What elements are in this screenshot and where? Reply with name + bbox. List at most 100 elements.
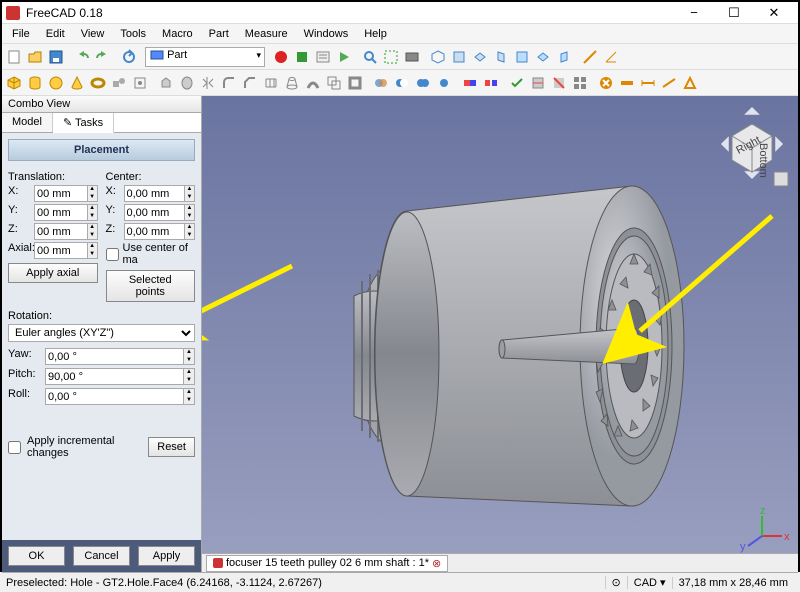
- ok-button[interactable]: OK: [8, 546, 65, 566]
- front-view-icon[interactable]: [449, 47, 469, 67]
- selected-points-button[interactable]: Selected points: [106, 270, 196, 302]
- menu-file[interactable]: File: [4, 26, 38, 42]
- refresh-icon[interactable]: [119, 47, 139, 67]
- revolve-icon[interactable]: [177, 73, 197, 93]
- ruled-icon[interactable]: [261, 73, 281, 93]
- status-nav-mode[interactable]: CAD ▾: [627, 576, 672, 589]
- torus-icon[interactable]: [88, 73, 108, 93]
- measure-all-icon[interactable]: [638, 73, 658, 93]
- offset-icon[interactable]: [324, 73, 344, 93]
- y-input[interactable]: ▲▼: [34, 204, 98, 221]
- undo-icon[interactable]: [72, 47, 92, 67]
- cx-input[interactable]: ▲▼: [124, 185, 196, 202]
- x-input[interactable]: ▲▼: [34, 185, 98, 202]
- menu-help[interactable]: Help: [356, 26, 395, 42]
- open-icon[interactable]: [25, 47, 45, 67]
- sphere-icon[interactable]: [46, 73, 66, 93]
- new-icon[interactable]: [4, 47, 24, 67]
- loft-icon[interactable]: [282, 73, 302, 93]
- cube-icon[interactable]: [4, 73, 24, 93]
- measure-delta-icon[interactable]: [680, 73, 700, 93]
- sweep-icon[interactable]: [303, 73, 323, 93]
- app-icon: [6, 6, 20, 20]
- navigation-cube[interactable]: Right Bottom: [712, 102, 792, 192]
- z-input[interactable]: ▲▼: [34, 223, 98, 240]
- 3d-model-render: x z y: [202, 96, 798, 572]
- rear-view-icon[interactable]: [512, 47, 532, 67]
- boolean-icon[interactable]: [371, 73, 391, 93]
- axial-input[interactable]: ▲▼: [34, 242, 98, 259]
- apply-button[interactable]: Apply: [138, 546, 195, 566]
- tab-tasks[interactable]: ✎ Tasks: [53, 113, 114, 133]
- menu-windows[interactable]: Windows: [296, 26, 357, 42]
- right-view-icon[interactable]: [491, 47, 511, 67]
- menu-measure[interactable]: Measure: [237, 26, 296, 42]
- drawstyle-icon[interactable]: [402, 47, 422, 67]
- union-icon[interactable]: [413, 73, 433, 93]
- fillet-icon[interactable]: [219, 73, 239, 93]
- doc-close-icon[interactable]: ⊗: [432, 557, 441, 570]
- menu-macro[interactable]: Macro: [154, 26, 201, 42]
- cy-input[interactable]: ▲▼: [124, 204, 196, 221]
- rotation-mode-select[interactable]: Euler angles (XY'Z"): [8, 324, 195, 342]
- macro-list-icon[interactable]: [313, 47, 333, 67]
- minimize-button[interactable]: −: [674, 3, 714, 23]
- 3d-view[interactable]: x z y Right: [202, 96, 798, 572]
- builder-icon[interactable]: [130, 73, 150, 93]
- redo-icon[interactable]: [93, 47, 113, 67]
- macro-play-icon[interactable]: [334, 47, 354, 67]
- measure-3d-icon[interactable]: [659, 73, 679, 93]
- macro-stop-icon[interactable]: [292, 47, 312, 67]
- measure-linear-icon[interactable]: [580, 47, 600, 67]
- document-tabbar: focuser 15 teeth pulley 02 6 mm shaft : …: [202, 553, 798, 572]
- yaw-input[interactable]: ▲▼: [45, 348, 195, 365]
- compound-icon[interactable]: [570, 73, 590, 93]
- zoom-fit-icon[interactable]: [360, 47, 380, 67]
- join-icon[interactable]: [460, 73, 480, 93]
- measure-angular-icon[interactable]: [601, 47, 621, 67]
- apply-axial-button[interactable]: Apply axial: [8, 263, 98, 283]
- pitch-input[interactable]: ▲▼: [45, 368, 195, 385]
- cy-label: Y:: [106, 204, 122, 221]
- split-icon[interactable]: [481, 73, 501, 93]
- menu-view[interactable]: View: [73, 26, 113, 42]
- menu-part[interactable]: Part: [201, 26, 237, 42]
- left-view-icon[interactable]: [554, 47, 574, 67]
- chamfer-icon[interactable]: [240, 73, 260, 93]
- close-button[interactable]: ✕: [754, 3, 794, 23]
- cut-icon[interactable]: [392, 73, 412, 93]
- zoom-region-icon[interactable]: [381, 47, 401, 67]
- mirror-icon[interactable]: [198, 73, 218, 93]
- cone-icon[interactable]: [67, 73, 87, 93]
- cancel-button[interactable]: Cancel: [73, 546, 130, 566]
- document-tab[interactable]: focuser 15 teeth pulley 02 6 mm shaft : …: [206, 555, 448, 572]
- z-label: Z:: [8, 223, 32, 240]
- iso-view-icon[interactable]: [428, 47, 448, 67]
- cz-label: Z:: [106, 223, 122, 240]
- save-icon[interactable]: [46, 47, 66, 67]
- reset-button[interactable]: Reset: [148, 437, 195, 457]
- bottom-view-icon[interactable]: [533, 47, 553, 67]
- top-view-icon[interactable]: [470, 47, 490, 67]
- cz-input[interactable]: ▲▼: [124, 223, 196, 240]
- menu-tools[interactable]: Tools: [112, 26, 154, 42]
- check-icon[interactable]: [507, 73, 527, 93]
- measure-toggle-icon[interactable]: [617, 73, 637, 93]
- workbench-selector[interactable]: Part: [145, 47, 265, 67]
- primitives-icon[interactable]: [109, 73, 129, 93]
- apply-incremental-checkbox[interactable]: [8, 441, 21, 454]
- use-center-checkbox[interactable]: [106, 248, 119, 261]
- extrude-icon[interactable]: [156, 73, 176, 93]
- measure-clear-icon[interactable]: [596, 73, 616, 93]
- section-icon[interactable]: [549, 73, 569, 93]
- intersect-icon[interactable]: [434, 73, 454, 93]
- thickness-icon[interactable]: [345, 73, 365, 93]
- status-unknown-icon[interactable]: ⊙: [605, 576, 627, 589]
- macro-record-icon[interactable]: [271, 47, 291, 67]
- maximize-button[interactable]: ☐: [714, 3, 754, 23]
- menu-edit[interactable]: Edit: [38, 26, 73, 42]
- cylinder-icon[interactable]: [25, 73, 45, 93]
- roll-input[interactable]: ▲▼: [45, 388, 195, 405]
- cross-sections-icon[interactable]: [528, 73, 548, 93]
- tab-model[interactable]: Model: [2, 113, 53, 132]
